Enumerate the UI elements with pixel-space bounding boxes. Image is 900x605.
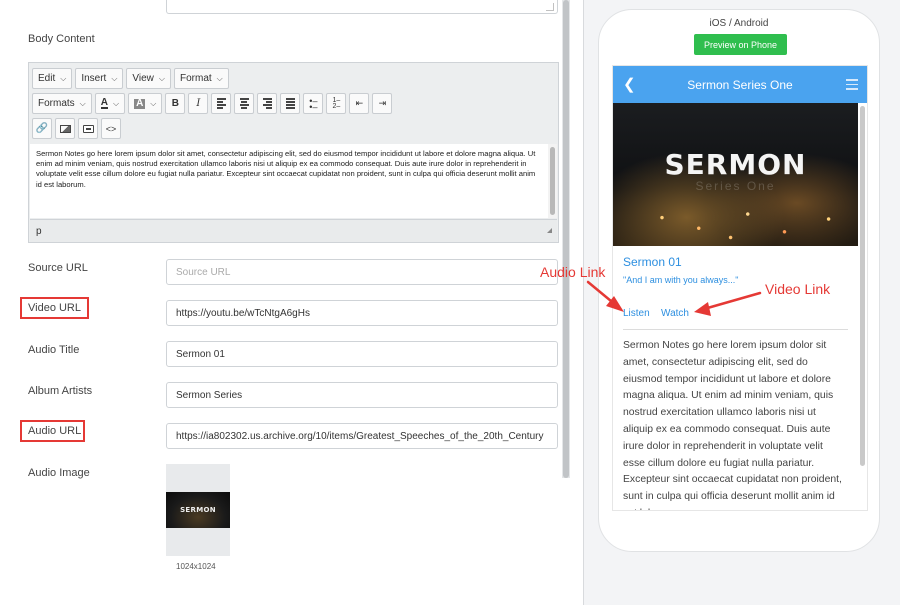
audio-image-dimensions: 1024x1024: [176, 562, 216, 571]
audio-image-upload[interactable]: SERMON: [166, 464, 230, 556]
outdent-button[interactable]: ⇤: [349, 93, 370, 114]
source-code-button[interactable]: <>: [101, 118, 121, 139]
resize-grip-icon[interactable]: [547, 228, 552, 233]
source-url-label: Source URL: [28, 262, 88, 274]
preview-on-phone-button[interactable]: Preview on Phone: [694, 34, 787, 55]
audio-url-input[interactable]: https://ia802302.us.archive.org/10/items…: [166, 423, 558, 449]
scrollbar-thumb[interactable]: [550, 147, 555, 215]
bullet-list-icon: •– •–: [309, 95, 318, 112]
justify-button[interactable]: [280, 93, 301, 114]
audio-image-thumbnail: SERMON: [166, 492, 230, 528]
watch-link[interactable]: Watch: [661, 308, 689, 319]
chevron-down-icon: ⌵: [60, 73, 67, 83]
phone-preview-frame: iOS / Android Preview on Phone ❮ Sermon …: [598, 9, 880, 552]
menu-format[interactable]: Format ⌵: [173, 68, 229, 89]
insert-image-button[interactable]: [55, 118, 75, 139]
album-artists-input[interactable]: Sermon Series: [166, 382, 558, 408]
image-icon: [59, 124, 71, 133]
align-left-button[interactable]: [211, 93, 232, 114]
text-color-button[interactable]: A ⌵: [94, 93, 126, 114]
scrollbar-thumb[interactable]: [563, 0, 569, 478]
italic-icon: I: [196, 98, 201, 109]
menu-view[interactable]: View ⌵: [126, 68, 171, 89]
bullet-list-button[interactable]: •– •–: [303, 93, 324, 114]
align-right-icon: [262, 98, 272, 109]
platform-label: iOS / Android: [709, 18, 769, 29]
insert-toolbar: 🔗 <>: [32, 118, 121, 140]
background-color-button[interactable]: A ⌵: [128, 93, 163, 114]
body-content-label: Body Content: [28, 33, 95, 45]
format-toolbar: Formats ⌵ A ⌵ A ⌵ B I •– •– 1– 2– ⇤ ⇥: [32, 93, 393, 115]
menu-edit[interactable]: Edit ⌵: [32, 68, 73, 89]
resize-grip-icon[interactable]: [546, 3, 554, 11]
divider: [623, 329, 848, 330]
panel-scrollbar[interactable]: [562, 0, 570, 478]
video-link-annotation: Video Link: [765, 281, 831, 297]
listen-link[interactable]: Listen: [623, 308, 650, 319]
chevron-down-icon: ⌵: [111, 73, 118, 83]
numbered-list-icon: 1– 2–: [332, 96, 341, 110]
previous-textarea[interactable]: [166, 0, 558, 14]
chevron-down-icon: ⌵: [112, 98, 120, 108]
editor-content-area[interactable]: Sermon Notes go here lorem ipsum dolor s…: [30, 144, 549, 218]
audio-url-label: Audio URL: [28, 425, 82, 437]
audio-title-label: Audio Title: [28, 344, 80, 356]
bold-button[interactable]: B: [165, 93, 186, 114]
chevron-down-icon: ⌵: [216, 73, 223, 83]
app-title: Sermon Series One: [687, 78, 793, 92]
audio-title-input[interactable]: Sermon 01: [166, 341, 558, 367]
screen-scrollbar[interactable]: [860, 106, 865, 466]
indent-button[interactable]: ⇥: [372, 93, 393, 114]
hero-title: SERMON: [664, 148, 807, 181]
cms-editor-panel: Body Content Edit ⌵ Insert ⌵ View ⌵ Format ⌵…: [0, 0, 584, 605]
album-artists-label: Album Artists: [28, 385, 93, 397]
align-center-icon: [239, 98, 249, 109]
background-color-icon: A: [134, 97, 146, 109]
editor-scrollbar[interactable]: [548, 144, 557, 218]
hero-subtitle: Series One: [695, 179, 776, 193]
sermon-title: Sermon 01: [623, 255, 682, 269]
italic-button[interactable]: I: [188, 93, 209, 114]
link-icon: 🔗: [35, 123, 49, 134]
code-icon: <>: [105, 123, 117, 134]
rich-text-editor: Edit ⌵ Insert ⌵ View ⌵ Format ⌵ Formats ⌵ A ⌵ …: [28, 62, 559, 243]
video-url-label: Video URL: [28, 302, 81, 314]
justify-icon: [285, 98, 295, 109]
chevron-down-icon: ⌵: [79, 98, 86, 108]
formats-dropdown[interactable]: Formats ⌵: [32, 93, 92, 114]
video-url-input[interactable]: https://youtu.be/wTcNtgA6gHs: [166, 300, 558, 326]
align-right-button[interactable]: [257, 93, 278, 114]
editor-statusbar: p: [30, 219, 557, 242]
hamburger-menu-icon[interactable]: [846, 79, 858, 93]
sermon-hero-image: SERMON Series One: [613, 103, 858, 246]
insert-media-button[interactable]: [78, 118, 98, 139]
bold-icon: B: [171, 98, 179, 109]
text-color-icon: A: [100, 97, 108, 109]
outdent-icon: ⇤: [355, 98, 364, 108]
menu-bar: Edit ⌵ Insert ⌵ View ⌵ Format ⌵: [32, 68, 229, 90]
align-left-icon: [216, 98, 226, 109]
audio-image-label: Audio Image: [28, 467, 90, 479]
source-url-input[interactable]: [166, 259, 558, 285]
menu-insert[interactable]: Insert ⌵: [75, 68, 124, 89]
element-path[interactable]: p: [36, 226, 42, 237]
sermon-quote: "And I am with you always...": [623, 275, 739, 285]
indent-icon: ⇥: [378, 98, 387, 108]
chevron-down-icon: ⌵: [150, 98, 157, 108]
sermon-notes: Sermon Notes go here lorem ipsum dolor s…: [623, 340, 842, 510]
insert-link-button[interactable]: 🔗: [32, 118, 52, 139]
numbered-list-button[interactable]: 1– 2–: [326, 93, 347, 114]
app-header: ❮ Sermon Series One: [613, 66, 867, 103]
audio-link-annotation: Audio Link: [540, 264, 606, 280]
align-center-button[interactable]: [234, 93, 255, 114]
media-icon: [82, 124, 94, 133]
chevron-down-icon: ⌵: [158, 73, 165, 83]
